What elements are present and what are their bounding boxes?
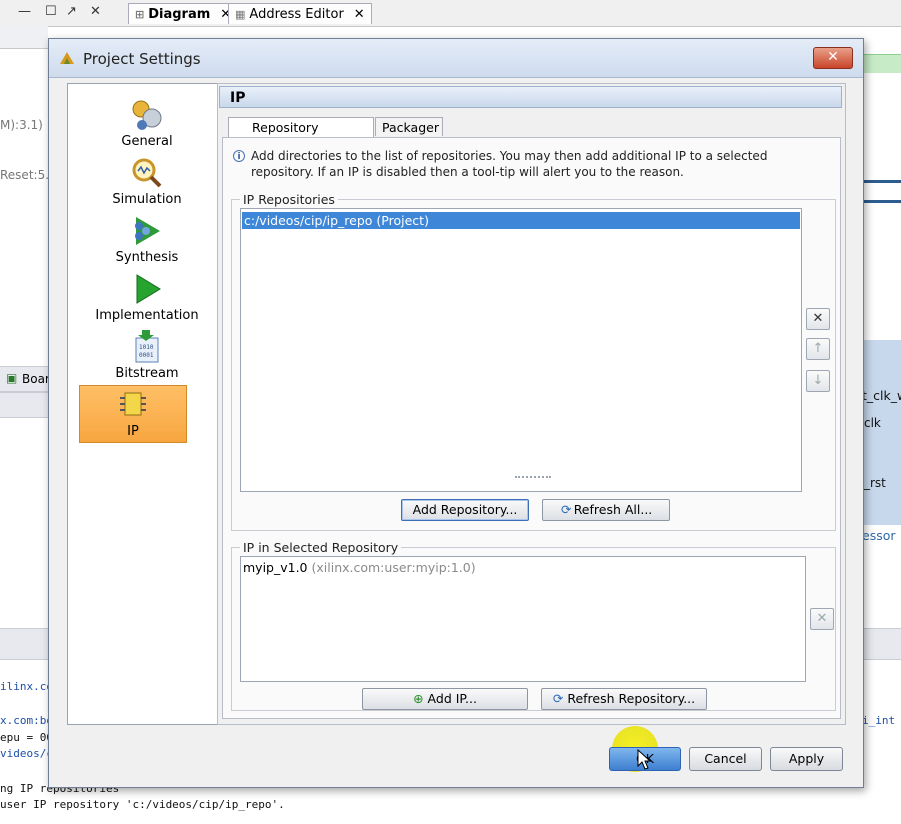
- section-title: IP: [219, 86, 842, 108]
- remove-icon: ✕: [812, 311, 824, 326]
- category-implementation-label: Implementation: [95, 308, 199, 323]
- float-icon[interactable]: ↗: [66, 4, 77, 19]
- close-icon[interactable]: ✕: [90, 4, 101, 19]
- dialog-titlebar[interactable]: Project Settings ✕: [49, 39, 863, 78]
- category-bitstream-label: Bitstream: [115, 366, 179, 381]
- category-synthesis[interactable]: Synthesis: [68, 212, 226, 268]
- background-fragment: M):3.1): [0, 118, 43, 132]
- ip-repositories-legend: IP Repositories: [240, 192, 338, 207]
- implementation-icon: [136, 274, 161, 304]
- bitstream-icon: 1010 0001: [135, 330, 159, 363]
- remove-ip-button[interactable]: ✕: [810, 608, 834, 630]
- console-line: videos/c: [0, 747, 53, 760]
- category-bitstream[interactable]: 1010 0001 Bitstream: [68, 328, 226, 384]
- add-ip-icon: ⊕: [413, 691, 424, 706]
- minimize-icon[interactable]: —: [18, 4, 31, 19]
- tab-address-editor-label: Address Editor: [249, 6, 344, 22]
- move-up-button[interactable]: ↑: [806, 338, 830, 360]
- background-green-bar: [862, 54, 901, 73]
- move-down-button[interactable]: ↓: [806, 370, 830, 392]
- cancel-button[interactable]: Cancel: [689, 747, 762, 771]
- background-fragment: _rst: [864, 476, 886, 490]
- dialog-title: Project Settings: [83, 50, 201, 68]
- category-simulation[interactable]: Simulation: [68, 154, 226, 210]
- category-general-label: General: [121, 134, 173, 149]
- remove-repository-button[interactable]: ✕: [806, 308, 830, 330]
- synthesis-icon: [135, 217, 160, 245]
- splitter-handle[interactable]: [515, 476, 551, 482]
- ip-repositories-list[interactable]: c:/videos/cip/ip_repo (Project): [240, 208, 802, 492]
- simulation-icon: [132, 158, 162, 188]
- refresh-icon: ⟳: [561, 502, 572, 517]
- apply-button[interactable]: Apply: [770, 747, 843, 771]
- tab-close-icon[interactable]: ✕: [354, 7, 365, 22]
- tab-address-editor[interactable]: ▦ Address Editor ✕: [228, 3, 372, 24]
- ip-icon: [120, 392, 146, 416]
- settings-content: IP Repository Manager Packager i Add dir…: [217, 83, 846, 725]
- arrow-up-icon: ↑: [812, 341, 824, 356]
- remove-icon: ✕: [816, 611, 828, 626]
- background-toolbar: — ☐ ↗ ✕ ⊞ Diagram ✕ ▦ Address Editor ✕: [0, 0, 901, 27]
- category-simulation-label: Simulation: [112, 192, 182, 207]
- category-synthesis-label: Synthesis: [115, 250, 179, 265]
- console-line: ilinx.co: [0, 680, 53, 693]
- settings-category-list: General Simulation Synthesis Implementat…: [67, 83, 227, 725]
- board-tab-label[interactable]: Boar: [22, 372, 50, 386]
- ip-in-selected-repository-group: IP in Selected Repository myip_v1.0 (xil…: [231, 540, 836, 711]
- ip-vlnv: (xilinx.com:user:myip:1.0): [311, 560, 476, 575]
- repository-manager-panel: i Add directories to the list of reposit…: [222, 137, 841, 719]
- diagram-icon: ⊞: [135, 7, 145, 21]
- address-editor-icon: ▦: [235, 7, 246, 21]
- background-left-header: [0, 26, 48, 49]
- refresh-all-label: Refresh All...: [573, 502, 653, 517]
- arrow-down-icon: ↓: [812, 373, 824, 388]
- add-repository-button[interactable]: Add Repository...: [401, 499, 529, 521]
- background-console-header: [0, 628, 48, 660]
- tab-packager[interactable]: Packager: [375, 117, 443, 136]
- background-line: [862, 200, 901, 203]
- info-text: Add directories to the list of repositor…: [251, 149, 768, 179]
- list-item[interactable]: myip_v1.0 (xilinx.com:user:myip:1.0): [243, 559, 476, 576]
- background-console-header: [862, 628, 901, 660]
- list-item[interactable]: c:/videos/cip/ip_repo (Project): [242, 212, 800, 229]
- add-ip-label: Add IP...: [427, 691, 477, 706]
- mouse-cursor-icon: [637, 749, 652, 770]
- refresh-icon: ⟳: [552, 691, 564, 706]
- tab-repository-manager[interactable]: Repository Manager: [228, 117, 374, 154]
- info-icon: i: [233, 150, 245, 162]
- refresh-all-button[interactable]: ⟳ Refresh All...: [542, 499, 670, 521]
- category-ip[interactable]: IP: [79, 385, 187, 443]
- console-line: x.com:bo: [0, 714, 53, 727]
- vivado-logo-icon: [60, 52, 74, 64]
- project-settings-dialog: Project Settings ✕ General Simulation Sy…: [48, 38, 864, 788]
- background-fragment: t_clk_w: [862, 388, 901, 403]
- tab-diagram[interactable]: ⊞ Diagram ✕: [128, 3, 239, 24]
- background-fragment: essor: [862, 528, 896, 543]
- background-fragment: clk: [864, 416, 881, 430]
- dialog-close-button[interactable]: ✕: [813, 47, 853, 69]
- refresh-repository-button[interactable]: ⟳ Refresh Repository...: [541, 688, 707, 710]
- svg-text:1010: 1010: [139, 344, 154, 351]
- category-general[interactable]: General: [68, 96, 226, 152]
- add-ip-button[interactable]: ⊕ Add IP...: [362, 688, 528, 710]
- ip-in-repository-list[interactable]: myip_v1.0 (xilinx.com:user:myip:1.0): [240, 556, 806, 682]
- category-implementation[interactable]: Implementation: [68, 270, 226, 326]
- general-icon: [132, 100, 162, 130]
- refresh-repository-label: Refresh Repository...: [567, 691, 696, 706]
- ip-name: myip_v1.0: [243, 560, 308, 575]
- category-ip-label: IP: [127, 424, 139, 439]
- maximize-icon[interactable]: ☐: [45, 4, 57, 19]
- background-panel-controls: [0, 392, 48, 418]
- console-line: user IP repository 'c:/videos/cip/ip_rep…: [0, 798, 285, 811]
- background-fragment: i_int: [862, 714, 896, 727]
- background-board-tabbar: ▣ Boar: [0, 366, 50, 392]
- board-icon: ▣: [6, 371, 18, 385]
- background-block: [862, 340, 901, 525]
- ip-in-repository-legend: IP in Selected Repository: [240, 540, 402, 555]
- svg-text:0001: 0001: [139, 352, 154, 359]
- background-line: [862, 180, 901, 183]
- tab-diagram-label: Diagram: [148, 6, 211, 22]
- console-line: epu = 00: [0, 731, 53, 744]
